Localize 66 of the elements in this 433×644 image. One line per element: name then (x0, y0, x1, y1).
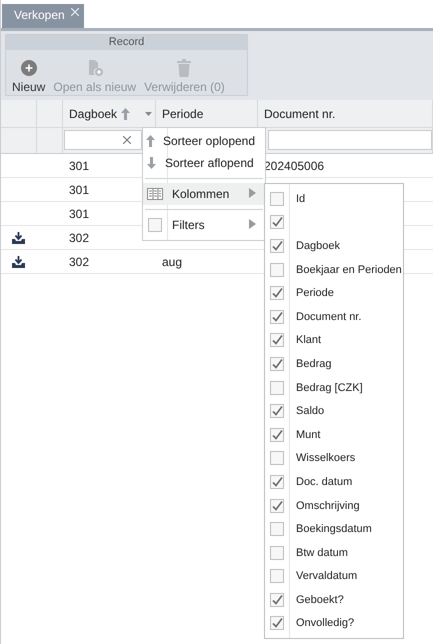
menu-item[interactable]: Omschrijving (289, 500, 360, 512)
menu-item[interactable]: Klant (289, 334, 322, 346)
filter-field[interactable] (64, 130, 142, 150)
checkbox[interactable] (270, 333, 284, 348)
close-icon[interactable] (70, 8, 79, 16)
arrow-up-icon (146, 135, 155, 147)
checkbox[interactable] (270, 286, 284, 300)
checkbox[interactable] (270, 238, 284, 253)
checkbox[interactable] (270, 192, 284, 206)
dropdown-arrow-icon[interactable] (145, 112, 152, 116)
download-icon (12, 232, 25, 244)
menu-item[interactable]: Kolommen (143, 183, 265, 205)
checkbox[interactable] (270, 498, 284, 513)
checkbox[interactable] (270, 380, 284, 395)
checkbox[interactable] (270, 310, 284, 324)
table-cell: 301 (69, 158, 90, 172)
group-title: Record (6, 35, 247, 50)
menu-item[interactable]: Sorteer aflopend (143, 152, 265, 174)
table-cell: 302 (69, 254, 90, 268)
checkbox[interactable] (270, 215, 284, 230)
menu-item[interactable]: Document nr. (289, 310, 362, 323)
menu-item[interactable]: Dagboek (289, 240, 340, 252)
trash-icon (176, 59, 192, 77)
table-cell: 301 (69, 206, 90, 220)
download-icon (12, 256, 25, 268)
menu-item[interactable]: Onvolledig? (289, 617, 354, 630)
menu-item[interactable]: Saldo (289, 405, 324, 418)
menu-item[interactable]: Doc. datum (289, 476, 352, 488)
table-cell: 302 (69, 230, 90, 244)
table-cell: aug (162, 254, 182, 268)
checkbox[interactable] (270, 616, 284, 630)
menu-item[interactable]: Periode (289, 287, 334, 300)
table-cell: 202405006 (264, 158, 324, 172)
checkbox[interactable] (270, 592, 284, 607)
add-icon (20, 60, 37, 76)
checkbox[interactable] (270, 428, 284, 442)
menu-item[interactable]: Filters (143, 214, 265, 236)
menu-item[interactable]: Bedrag (289, 358, 332, 370)
sort-ascending-icon (121, 108, 130, 120)
filter-field[interactable] (268, 130, 432, 150)
menu-item[interactable]: Geboekt? (289, 594, 344, 606)
menu-item[interactable]: Wisselkoers (289, 452, 356, 464)
arrow-down-icon (146, 157, 156, 169)
clear-icon[interactable] (123, 136, 131, 144)
submenu-arrow-icon (249, 219, 256, 229)
checkbox[interactable] (148, 218, 162, 232)
checkbox[interactable] (270, 262, 284, 277)
submenu-arrow-icon (249, 188, 256, 198)
checkbox[interactable] (270, 356, 284, 371)
checkbox[interactable] (270, 546, 284, 560)
checkbox[interactable] (270, 522, 284, 536)
column-header[interactable]: Dagboek (63, 100, 142, 127)
checkbox[interactable] (270, 404, 284, 418)
checkbox[interactable] (270, 451, 284, 466)
new-button[interactable]: Nieuw (8, 53, 50, 95)
checkbox[interactable] (270, 569, 284, 584)
table-cell: 301 (69, 182, 90, 196)
checkbox[interactable] (270, 474, 284, 489)
menu-item[interactable]: Boekingsdatum (289, 523, 372, 536)
menu-item[interactable]: Bedrag [CZK] (289, 382, 363, 394)
menu-item[interactable]: Munt (289, 428, 320, 441)
columns-icon (147, 188, 163, 200)
menu-item[interactable]: Vervaldatum (289, 570, 358, 582)
menu-item[interactable]: Btw datum (289, 546, 348, 559)
menu-item[interactable]: Id (289, 192, 306, 205)
menu-item[interactable]: Boekjaar en Perioden (289, 264, 402, 276)
